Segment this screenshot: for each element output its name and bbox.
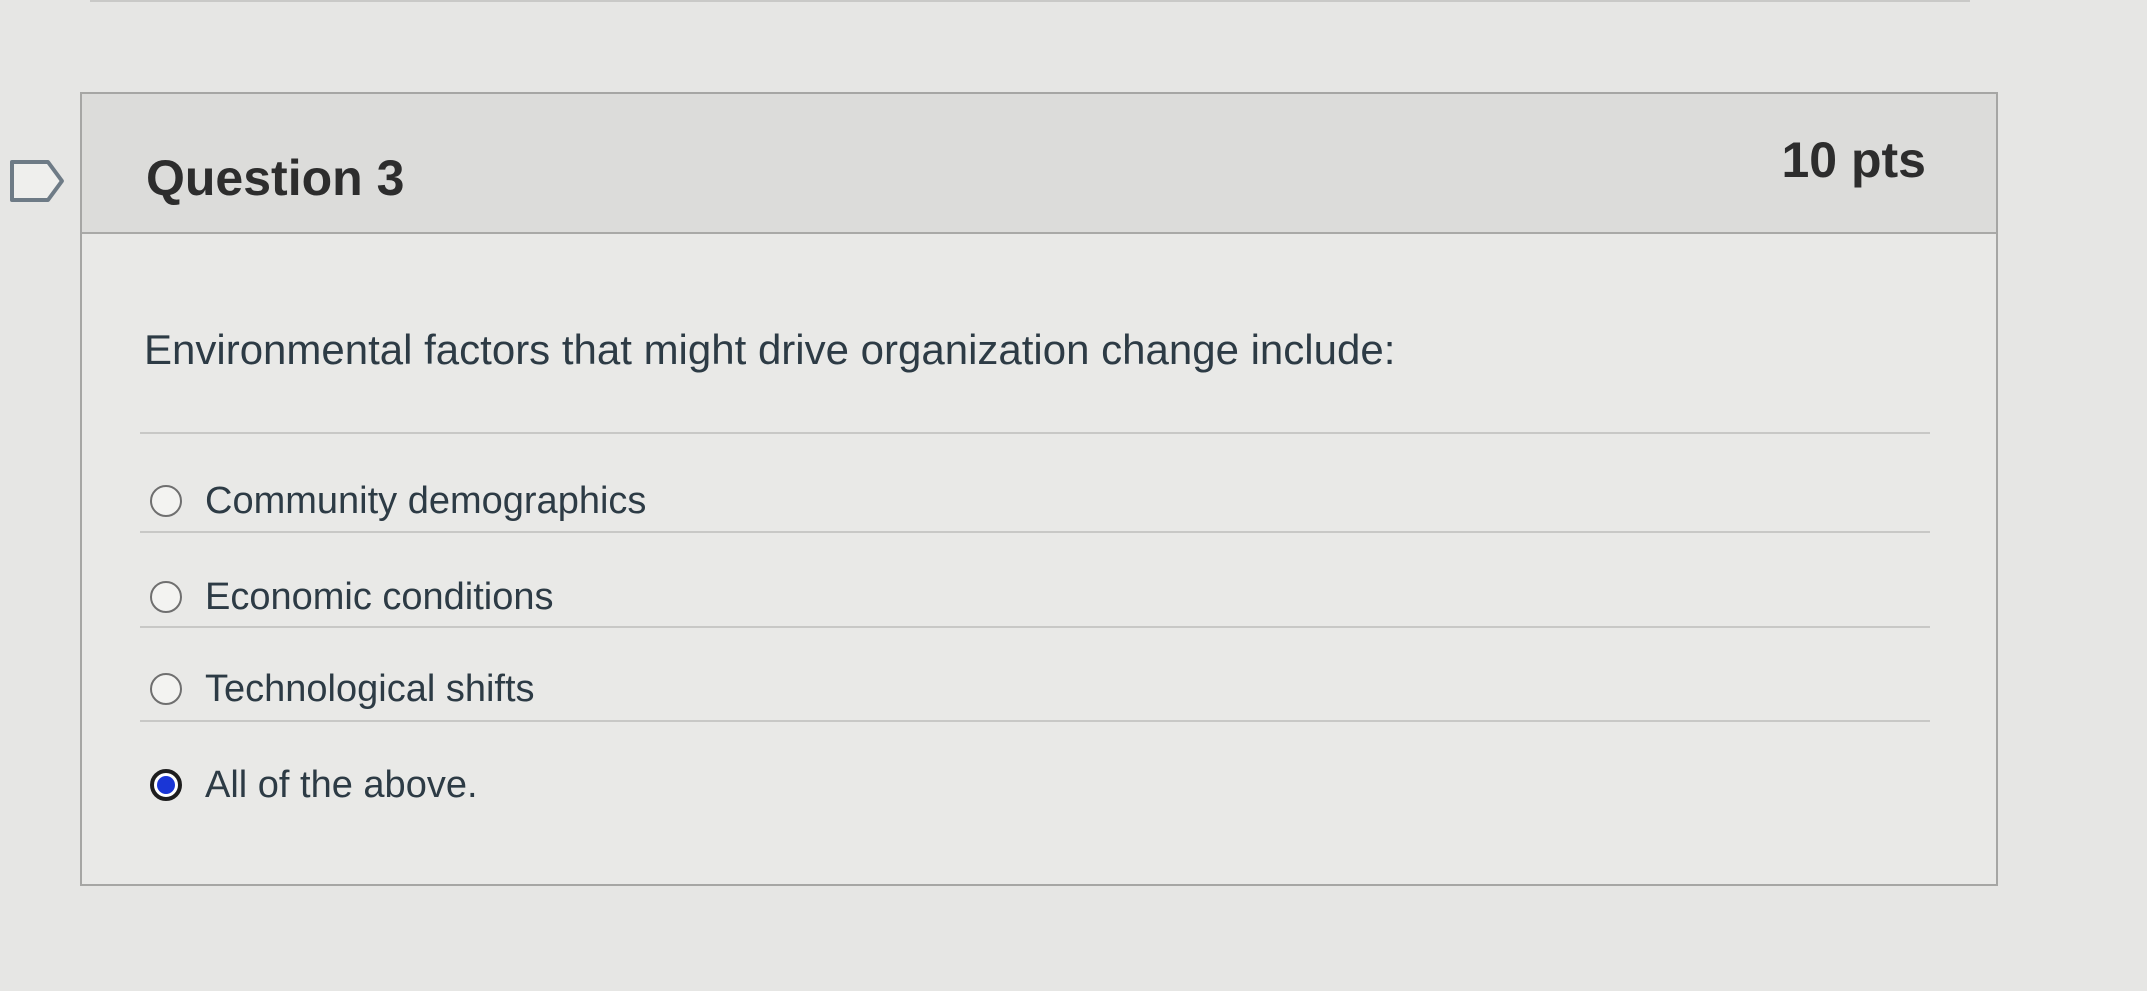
answer-all-of-the-above[interactable]: All of the above. xyxy=(150,755,478,815)
top-divider xyxy=(90,0,1970,2)
radio-button[interactable] xyxy=(150,673,182,705)
flag-question-icon[interactable] xyxy=(8,158,66,204)
answer-label: Technological shifts xyxy=(205,667,535,710)
question-points: 10 pts xyxy=(1781,132,1926,188)
answer-community-demographics[interactable]: Community demographics xyxy=(150,471,646,531)
answer-label: All of the above. xyxy=(205,763,478,806)
answer-divider xyxy=(140,531,1930,533)
answer-label: Community demographics xyxy=(205,479,647,522)
radio-button-selected[interactable] xyxy=(150,769,182,801)
question-text: Environmental factors that might drive o… xyxy=(144,326,1396,373)
answers-top-divider xyxy=(140,432,1930,434)
answer-divider xyxy=(140,720,1930,722)
answer-economic-conditions[interactable]: Economic conditions xyxy=(150,567,554,627)
question-card: Question 3 10 pts Environmental factors … xyxy=(80,92,1998,886)
answer-technological-shifts[interactable]: Technological shifts xyxy=(150,659,535,719)
question-title: Question 3 xyxy=(146,150,405,206)
radio-button[interactable] xyxy=(150,485,182,517)
radio-button[interactable] xyxy=(150,581,182,613)
radio-selected-dot xyxy=(157,776,175,794)
answer-label: Economic conditions xyxy=(205,575,554,618)
question-header: Question 3 10 pts xyxy=(82,94,1996,234)
answer-divider xyxy=(140,626,1930,628)
